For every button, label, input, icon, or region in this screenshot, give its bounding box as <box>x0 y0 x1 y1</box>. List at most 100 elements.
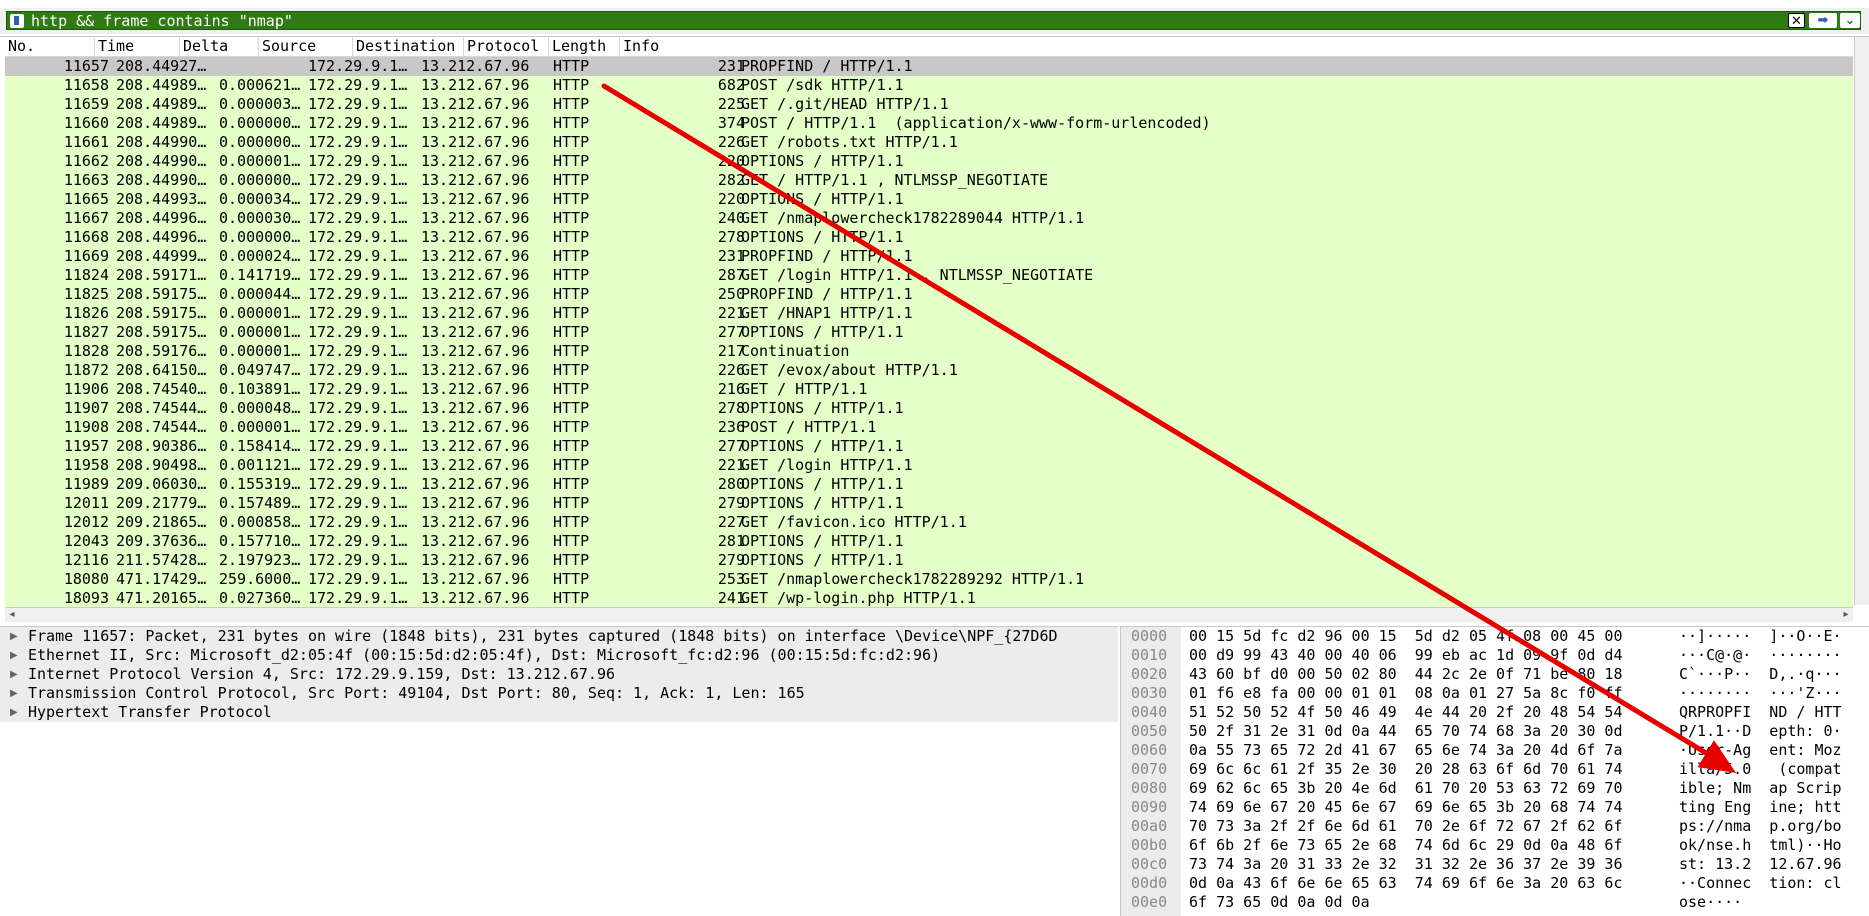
hex-line[interactable]: 0080 69 62 6c 65 3b 20 4e 6d 61 70 20 53 … <box>1121 779 1869 798</box>
hex-line[interactable]: 00d0 0d 0a 43 6f 6e 6e 65 63 74 69 6f 6e … <box>1121 874 1869 893</box>
packet-row[interactable]: 11826 208.59175… 0.000001… 172.29.9.1… 13.21… <box>5 304 1853 323</box>
packet-row[interactable]: 18093 471.20165… 0.027360… 172.29.9.1… 13.21… <box>5 589 1853 608</box>
packet-row[interactable]: 11661 208.44990… 0.000000… 172.29.9.1… 13.21… <box>5 133 1853 152</box>
scroll-right-icon[interactable]: ▸ <box>1839 608 1853 622</box>
display-filter-input[interactable]: http && frame contains "nmap" ✕ ➡ ⌄ <box>6 11 1861 30</box>
packet-cell-info: GET /wp-login.php HTTP/1.1 <box>741 589 976 607</box>
packet-cell-info: PROPFIND / HTTP/1.1 <box>741 57 913 75</box>
scroll-left-icon[interactable]: ◂ <box>5 608 19 622</box>
detail-tree-item[interactable]: ▶ Hypertext Transfer Protocol <box>0 703 1118 722</box>
packet-row[interactable]: 11663 208.44990… 0.000000… 172.29.9.1… 13.21… <box>5 171 1853 190</box>
hex-offset: 0070 <box>1131 760 1168 778</box>
hex-line[interactable]: 00e0 6f 73 65 0d 0a 0d 0a ose···· <box>1121 893 1869 912</box>
bookmark-icon[interactable] <box>10 14 24 28</box>
detail-tree-item[interactable]: ▶ Transmission Control Protocol, Src Port… <box>0 684 1118 703</box>
packet-cell-len: 217 <box>717 342 745 360</box>
detail-tree-item[interactable]: ▶ Internet Protocol Version 4, Src: 172.2… <box>0 665 1118 684</box>
expand-arrow-icon[interactable]: ▶ <box>10 627 18 646</box>
packet-row[interactable]: 11667 208.44996… 0.000030… 172.29.9.1… 13.21… <box>5 209 1853 228</box>
hex-line[interactable]: 0010 00 d9 99 43 40 00 40 06 99 eb ac 1d … <box>1121 646 1869 665</box>
expand-arrow-icon[interactable]: ▶ <box>10 703 18 722</box>
hex-line[interactable]: 00c0 73 74 3a 20 31 33 2e 32 31 32 2e 36 … <box>1121 855 1869 874</box>
column-header-source[interactable]: Source <box>259 37 353 56</box>
packet-cell-dst: 13.212.67.96 <box>421 437 530 455</box>
detail-tree-label: Ethernet II, Src: Microsoft_d2:05:4f (00… <box>28 646 941 664</box>
hex-line[interactable]: 0060 0a 55 73 65 72 2d 41 67 65 6e 74 3a … <box>1121 741 1869 760</box>
column-header-time[interactable]: Time <box>95 37 180 56</box>
hex-offset: 00d0 <box>1131 874 1168 892</box>
packet-row[interactable]: 11872 208.64150… 0.049747… 172.29.9.1… 13.21… <box>5 361 1853 380</box>
packet-cell-time: 208.74540… <box>116 380 207 398</box>
packet-row[interactable]: 12012 209.21865… 0.000858… 172.29.9.1… 13.21… <box>5 513 1853 532</box>
packet-cell-time: 209.21779… <box>116 494 207 512</box>
hex-line[interactable]: 0000 00 15 5d fc d2 96 00 15 5d d2 05 4f … <box>1121 627 1869 646</box>
hex-line[interactable]: 0030 01 f6 e8 fa 00 00 01 01 08 0a 01 27 … <box>1121 684 1869 703</box>
column-header-no[interactable]: No. <box>5 37 95 56</box>
packet-cell-time: 208.59175… <box>116 304 207 322</box>
packet-cell-no: 11825 <box>63 285 109 303</box>
column-header-protocol[interactable]: Protocol <box>464 37 549 56</box>
column-header-length[interactable]: Length <box>549 37 620 56</box>
packet-cell-dst: 13.212.67.96 <box>421 228 530 246</box>
packet-row[interactable]: 11669 208.44999… 0.000024… 172.29.9.1… 13.21… <box>5 247 1853 266</box>
packet-row[interactable]: 12043 209.37636… 0.157710… 172.29.9.1… 13.21… <box>5 532 1853 551</box>
packet-row[interactable]: 11657 208.44927… 172.29.9.1… 13.212.67.96 HT… <box>5 57 1853 76</box>
packet-row[interactable]: 11658 208.44989… 0.000621… 172.29.9.1… 13.21… <box>5 76 1853 95</box>
hex-line[interactable]: 0020 43 60 bf d0 00 50 02 80 44 2c 2e 0f … <box>1121 665 1869 684</box>
packet-row[interactable]: 11660 208.44989… 0.000000… 172.29.9.1… 13.21… <box>5 114 1853 133</box>
packet-row[interactable]: 11828 208.59176… 0.000001… 172.29.9.1… 13.21… <box>5 342 1853 361</box>
detail-tree-item[interactable]: ▶ Frame 11657: Packet, 231 bytes on wire … <box>0 627 1118 646</box>
detail-tree-item[interactable]: ▶ Ethernet II, Src: Microsoft_d2:05:4f (0… <box>0 646 1118 665</box>
packet-row[interactable]: 11662 208.44990… 0.000001… 172.29.9.1… 13.21… <box>5 152 1853 171</box>
packet-row[interactable]: 12011 209.21779… 0.157489… 172.29.9.1… 13.21… <box>5 494 1853 513</box>
expand-arrow-icon[interactable]: ▶ <box>10 684 18 703</box>
packet-cell-src: 172.29.9.1… <box>308 228 408 246</box>
packet-cell-info: GET /.git/HEAD HTTP/1.1 <box>741 95 949 113</box>
packet-row[interactable]: 11824 208.59171… 0.141719… 172.29.9.1… 13.21… <box>5 266 1853 285</box>
column-header-destination[interactable]: Destination <box>353 37 464 56</box>
packet-row[interactable]: 18080 471.17429… 259.6000… 172.29.9.1… 13.21… <box>5 570 1853 589</box>
packet-row[interactable]: 11827 208.59175… 0.000001… 172.29.9.1… 13.21… <box>5 323 1853 342</box>
display-filter-text[interactable]: http && frame contains "nmap" <box>31 12 293 30</box>
packet-list-vertical-scrollbar[interactable] <box>1854 37 1869 605</box>
packet-row[interactable]: 11665 208.44993… 0.000034… 172.29.9.1… 13.21… <box>5 190 1853 209</box>
column-header-delta[interactable]: Delta <box>180 37 259 56</box>
hex-offset: 00b0 <box>1131 836 1168 854</box>
packet-list-horizontal-scrollbar[interactable]: ◂ ▸ <box>5 607 1853 622</box>
packet-row[interactable]: 11659 208.44989… 0.000003… 172.29.9.1… 13.21… <box>5 95 1853 114</box>
expand-arrow-icon[interactable]: ▶ <box>10 665 18 684</box>
packet-cell-no: 11989 <box>63 475 109 493</box>
packet-row[interactable]: 11825 208.59175… 0.000044… 172.29.9.1… 13.21… <box>5 285 1853 304</box>
packet-row[interactable]: 11958 208.90498… 0.001121… 172.29.9.1… 13.21… <box>5 456 1853 475</box>
packet-cell-time: 208.44927… <box>116 57 207 75</box>
column-header-info[interactable]: Info <box>620 37 1853 56</box>
packet-row[interactable]: 12116 211.57428… 2.197923… 172.29.9.1… 13.21… <box>5 551 1853 570</box>
hex-line[interactable]: 0070 69 6c 6c 61 2f 35 2e 30 20 28 63 6f … <box>1121 760 1869 779</box>
packet-row[interactable]: 11668 208.44996… 0.000000… 172.29.9.1… 13.21… <box>5 228 1853 247</box>
packet-cell-delta: 259.6000… <box>219 570 301 588</box>
packet-row[interactable]: 11989 209.06030… 0.155319… 172.29.9.1… 13.21… <box>5 475 1853 494</box>
packet-cell-delta: 0.157710… <box>219 532 301 550</box>
hex-line[interactable]: 00b0 6f 6b 2f 6e 73 65 2e 68 74 6d 6c 29 … <box>1121 836 1869 855</box>
clear-filter-button[interactable]: ✕ <box>1788 13 1805 29</box>
hex-line[interactable]: 0050 50 2f 31 2e 31 0d 0a 44 65 70 74 68 … <box>1121 722 1869 741</box>
packet-cell-dst: 13.212.67.96 <box>421 323 530 341</box>
hex-line[interactable]: 0040 51 52 50 52 4f 50 46 49 4e 44 20 2f … <box>1121 703 1869 722</box>
packet-row[interactable]: 11906 208.74540… 0.103891… 172.29.9.1… 13.21… <box>5 380 1853 399</box>
packet-cell-time: 208.90386… <box>116 437 207 455</box>
expand-arrow-icon[interactable]: ▶ <box>10 646 18 665</box>
packet-cell-delta: 0.000001… <box>219 342 301 360</box>
packet-row[interactable]: 11908 208.74544… 0.000001… 172.29.9.1… 13.21… <box>5 418 1853 437</box>
packet-cell-len: 253 <box>717 570 745 588</box>
packet-row[interactable]: 11907 208.74544… 0.000048… 172.29.9.1… 13.21… <box>5 399 1853 418</box>
packet-cell-time: 471.17429… <box>116 570 207 588</box>
hex-line[interactable]: 00a0 70 73 3a 2f 2f 6e 6d 61 70 2e 6f 72 … <box>1121 817 1869 836</box>
hex-offset: 0050 <box>1131 722 1168 740</box>
packet-cell-time: 208.44999… <box>116 247 207 265</box>
packet-row[interactable]: 11957 208.90386… 0.158414… 172.29.9.1… 13.21… <box>5 437 1853 456</box>
hex-line[interactable]: 0090 74 69 6e 67 20 45 6e 67 69 6e 65 3b … <box>1121 798 1869 817</box>
packet-cell-src: 172.29.9.1… <box>308 323 408 341</box>
apply-filter-button[interactable]: ➡ <box>1809 13 1837 28</box>
hex-ascii: ········ ···'Z··· <box>1679 684 1842 702</box>
filter-dropdown-button[interactable]: ⌄ <box>1840 13 1860 28</box>
